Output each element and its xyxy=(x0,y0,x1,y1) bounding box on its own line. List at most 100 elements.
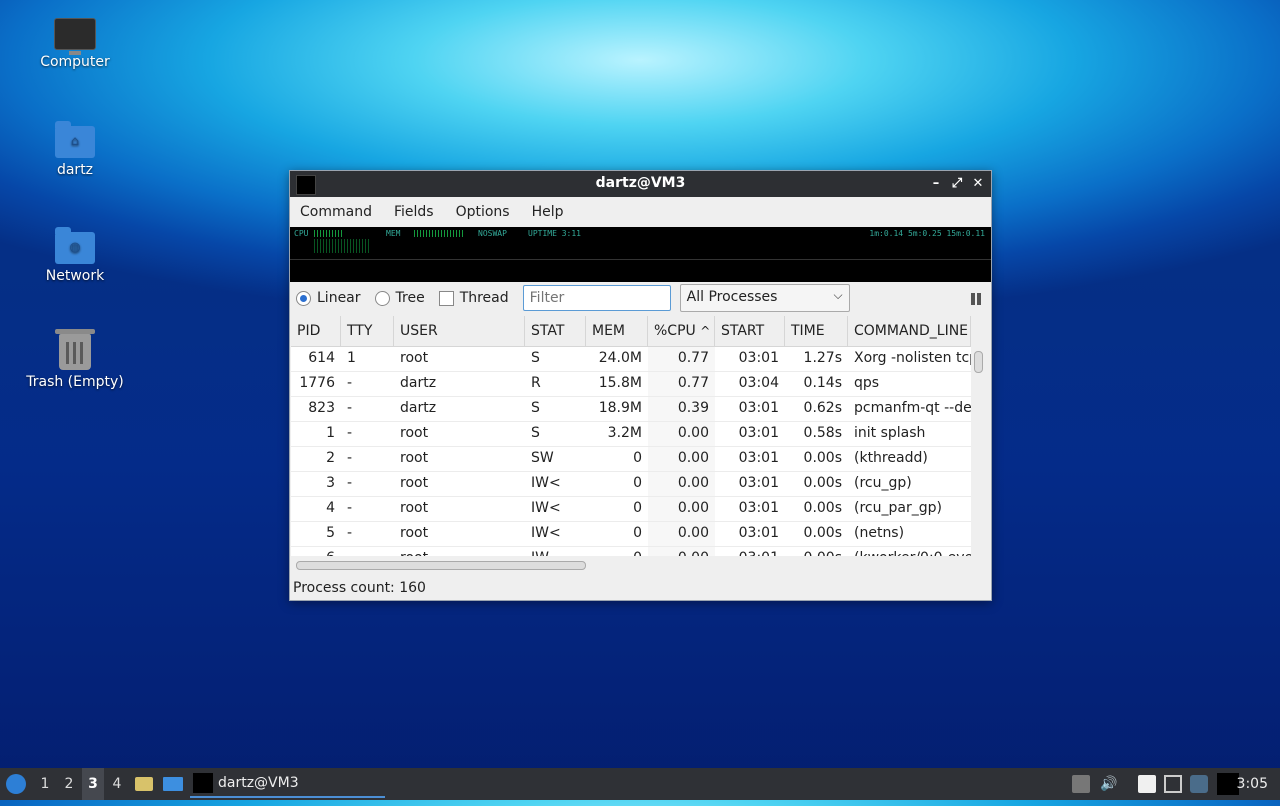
filter-input[interactable] xyxy=(522,285,671,311)
col-mem[interactable]: MEM xyxy=(586,316,648,346)
swap-label: NOSWAP xyxy=(478,229,507,238)
cell-stat: IW< xyxy=(531,500,561,516)
table-row[interactable]: 2- root SW 0 0.00 03:01 0.00s (kthreadd) xyxy=(291,447,971,472)
desktop-switch-3[interactable]: 3 xyxy=(82,768,104,800)
cell-pid: 6 xyxy=(291,547,341,556)
table-row[interactable]: 823- dartz S 18.9M 0.39 03:01 0.62s pcmanfm-qt … xyxy=(291,397,971,422)
col-stat[interactable]: STAT xyxy=(525,316,586,346)
menu-bar: Command Fields Options Help xyxy=(290,197,991,227)
cell-pid: 4 xyxy=(326,500,335,516)
cell-start: 03:01 xyxy=(738,475,779,491)
col-pid[interactable]: PID xyxy=(291,316,341,346)
cell-pid: 614 xyxy=(308,350,335,366)
linear-label[interactable]: Linear xyxy=(317,290,361,306)
window-titlebar[interactable]: dartz@VM3 – ⤢ ✕ xyxy=(290,171,991,197)
clipboard-icon[interactable] xyxy=(1072,775,1090,793)
col-start[interactable]: START xyxy=(715,316,785,346)
cell-mem: 0 xyxy=(633,525,642,541)
cell-time: 0.00s xyxy=(803,450,842,466)
col-cpu-label: %CPU xyxy=(654,323,696,339)
col-time[interactable]: TIME xyxy=(785,316,848,346)
cell-pid: 3 xyxy=(326,475,335,491)
cell-pid: 5 xyxy=(326,525,335,541)
table-row[interactable]: 614 1 root S 24.0M 0.77 03:01 1.27s Xorg -nolist… xyxy=(291,347,971,372)
linear-radio[interactable] xyxy=(296,290,311,306)
table-row[interactable]: 1- root S 3.2M 0.00 03:01 0.58s init splash xyxy=(291,422,971,447)
qps-window: dartz@VM3 – ⤢ ✕ Command Fields Options H… xyxy=(289,170,992,601)
cell-stat: S xyxy=(531,425,540,441)
col-cpu[interactable]: %CPU ^ xyxy=(648,316,715,346)
horizontal-scrollbar[interactable] xyxy=(296,561,586,570)
cell-command: (rcu_gp) xyxy=(854,475,912,491)
uptime-label: UPTIME 3:11 xyxy=(528,229,581,238)
col-tty[interactable]: TTY xyxy=(341,316,394,346)
cell-tty: - xyxy=(347,425,353,441)
desktop-icon-home[interactable]: ⌂ dartz xyxy=(15,121,135,178)
start-menu-button[interactable] xyxy=(4,768,28,800)
desktop-icon-network[interactable]: ◍ Network xyxy=(15,227,135,284)
cell-start: 03:04 xyxy=(738,375,779,391)
show-desktop-icon[interactable] xyxy=(162,768,184,800)
task-button-qps[interactable]: dartz@VM3 xyxy=(190,770,385,798)
cell-stat: IW< xyxy=(531,475,561,491)
cell-command: (kthreadd) xyxy=(854,450,928,466)
pause-icon[interactable] xyxy=(971,293,983,305)
file-manager-icon[interactable] xyxy=(134,768,154,800)
desktop-icon-computer[interactable]: Computer xyxy=(15,18,135,70)
vertical-scrollbar[interactable] xyxy=(974,349,983,559)
notes-icon[interactable] xyxy=(1138,775,1156,793)
maximize-button[interactable]: ⤢ xyxy=(948,174,966,194)
cell-user: root xyxy=(400,475,429,491)
clock[interactable]: 3:05 xyxy=(1237,768,1268,800)
table-row[interactable]: 5- root IW< 0 0.00 03:01 0.00s (netns) xyxy=(291,522,971,547)
volume-icon[interactable]: 🔊 xyxy=(1100,775,1118,793)
desktop-switch-2[interactable]: 2 xyxy=(58,768,80,800)
cell-time: 0.00s xyxy=(803,475,842,491)
status-bar: Process count: 160 xyxy=(293,580,426,596)
menu-command[interactable]: Command xyxy=(294,200,378,224)
toolbar: Linear Tree Thread All Processes ⌵ xyxy=(290,282,991,314)
thread-checkbox[interactable] xyxy=(438,290,454,306)
computer-icon xyxy=(54,18,96,55)
table-row[interactable]: 1776- dartz R 15.8M 0.77 03:04 0.14s qps xyxy=(291,372,971,397)
cell-mem: 0 xyxy=(633,500,642,516)
table-header: PID TTY USER STAT MEM %CPU ^ START TIME … xyxy=(291,316,971,347)
sort-ascending-icon: ^ xyxy=(700,324,711,338)
cell-start: 03:01 xyxy=(738,425,779,441)
cell-stat: S xyxy=(531,350,540,366)
desktop-icon-trash[interactable]: Trash (Empty) xyxy=(15,329,135,390)
cell-command: pcmanfm-qt --des xyxy=(854,400,971,416)
cell-tty: - xyxy=(347,475,353,491)
process-filter-select[interactable]: All Processes ⌵ xyxy=(679,284,850,312)
menu-options[interactable]: Options xyxy=(450,200,516,224)
tree-radio[interactable] xyxy=(374,290,390,306)
col-command-line[interactable]: COMMAND_LINE xyxy=(848,316,971,346)
cell-mem: 18.9M xyxy=(598,400,642,416)
minimize-button[interactable]: – xyxy=(927,174,945,194)
thread-label[interactable]: Thread xyxy=(460,290,509,306)
menu-help[interactable]: Help xyxy=(526,200,570,224)
desktop-icon-label: dartz xyxy=(56,162,94,178)
cell-start: 03:01 xyxy=(738,500,779,516)
cell-start: 03:01 xyxy=(738,450,779,466)
cell-user: dartz xyxy=(400,400,437,416)
table-row[interactable]: 4- root IW< 0 0.00 03:01 0.00s (rcu_par_gp) xyxy=(291,497,971,522)
table-row[interactable]: 6-rootIW00.0003:010.00s(kworker/0:0-even xyxy=(291,547,971,556)
update-notifier-icon[interactable] xyxy=(1190,775,1208,793)
table-row[interactable]: 3- root IW< 0 0.00 03:01 0.00s (rcu_gp) xyxy=(291,472,971,497)
process-filter-value: All Processes xyxy=(686,289,778,305)
cell-tty: - xyxy=(347,450,353,466)
cell-pid: 1776 xyxy=(299,375,335,391)
desktop-switch-4[interactable]: 4 xyxy=(106,768,128,800)
mem-label: MEM xyxy=(386,229,401,238)
tree-label[interactable]: Tree xyxy=(396,290,425,306)
desktop-switch-1[interactable]: 1 xyxy=(34,768,56,800)
close-button[interactable]: ✕ xyxy=(969,174,987,194)
col-user[interactable]: USER xyxy=(394,316,525,346)
cpu-label: CPU xyxy=(294,229,309,238)
cell-mem: 0 xyxy=(586,547,648,556)
menu-fields[interactable]: Fields xyxy=(388,200,440,224)
desktop-icon-label: Trash (Empty) xyxy=(26,374,124,390)
network-icon[interactable] xyxy=(1164,775,1182,793)
cell-mem: 0 xyxy=(633,450,642,466)
